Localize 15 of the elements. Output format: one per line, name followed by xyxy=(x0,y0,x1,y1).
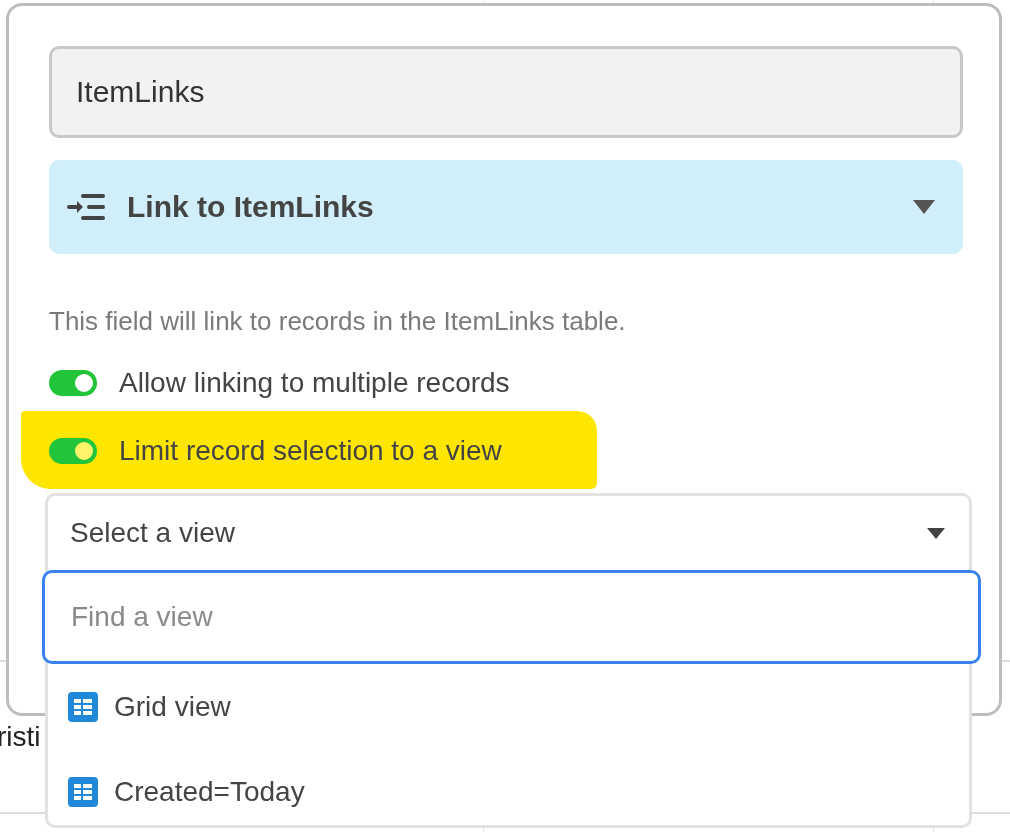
field-name-input[interactable]: ItemLinks xyxy=(49,46,963,138)
toggle-switch[interactable] xyxy=(49,370,97,396)
view-option[interactable]: Grid view xyxy=(48,664,969,749)
field-description: This field will link to records in the ItemLinks table. xyxy=(49,306,627,337)
view-select[interactable]: Select a view xyxy=(48,496,969,570)
view-option[interactable]: Created=Today xyxy=(48,749,969,832)
search-field[interactable]: Find a view xyxy=(42,570,981,664)
grid-icon xyxy=(68,776,98,807)
grid-icon xyxy=(68,691,98,722)
option-label: Limit record selection to a view xyxy=(119,435,502,467)
option-label: Allow linking to multiple records xyxy=(119,367,510,399)
caret-icon xyxy=(913,200,935,214)
field-type-select[interactable]: Link to ItemLinks xyxy=(49,160,963,254)
toggle-switch[interactable] xyxy=(49,438,97,464)
link-field-icon xyxy=(67,193,105,221)
